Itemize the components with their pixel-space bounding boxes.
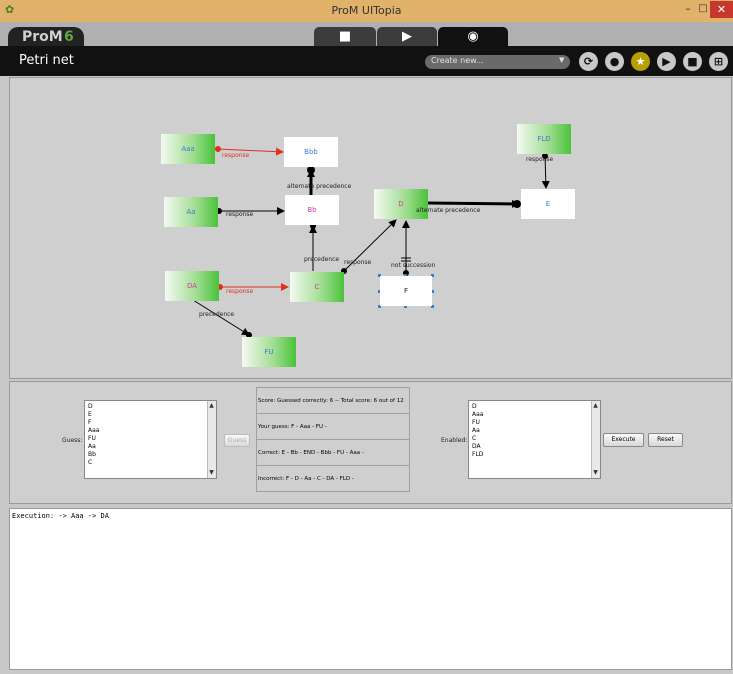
edge-bb-bbb-dot (307, 166, 315, 174)
node-aaa[interactable]: Aaa (161, 134, 215, 164)
list-item[interactable]: Aaa (88, 427, 213, 435)
edge-d-e[interactable] (427, 199, 520, 208)
list-item[interactable]: Bb (88, 451, 213, 459)
edge-d-e-dot (513, 200, 521, 208)
edge-label-c-d: response (344, 259, 372, 266)
edge-label-bb-bbb: alternate precedence (287, 183, 352, 190)
list-item[interactable]: Aa (88, 443, 213, 451)
guess-scrollbar[interactable] (207, 401, 216, 478)
list-item[interactable]: C (88, 459, 213, 467)
enabled-scrollbar[interactable] (591, 401, 600, 478)
enabled-label: Enabled: (441, 437, 468, 444)
enabled-listbox[interactable]: D Aaa FU Aa C DA FLD (468, 400, 601, 479)
list-item[interactable]: E (88, 411, 213, 419)
node-e[interactable]: E (521, 189, 575, 219)
execution-log[interactable]: Execution: -> Aaa -> DA (9, 508, 732, 670)
node-fu[interactable]: FU (242, 337, 296, 367)
list-item[interactable]: D (472, 403, 597, 411)
list-item[interactable]: Aa (472, 427, 597, 435)
node-d[interactable]: D (374, 189, 428, 219)
list-item[interactable]: FU (88, 435, 213, 443)
execute-button[interactable]: Execute (603, 433, 644, 447)
reset-button[interactable]: Reset (648, 433, 683, 447)
guess-button[interactable]: Guess (224, 434, 250, 447)
list-item[interactable]: D (88, 403, 213, 411)
node-fld[interactable]: FLD (517, 124, 571, 154)
guess-listbox[interactable]: D E F Aaa FU Aa Bb C (84, 400, 217, 479)
edge-label-d-e: alternate precedence (416, 207, 481, 214)
node-da[interactable]: DA (165, 271, 219, 301)
list-item[interactable]: DA (472, 443, 597, 451)
edge-label-aa-bb: response (226, 211, 254, 218)
edge-label-aaa-bbb: response (222, 152, 250, 159)
score-text: Score: Guessed correctly: 6 -- Total sco… (256, 387, 410, 414)
scroll-up-icon[interactable]: ▲ (207, 402, 216, 409)
node-bbb[interactable]: Bbb (284, 137, 338, 167)
your-guess-text: Your guess: F - Aaa - FU - (256, 413, 410, 440)
node-c[interactable]: C (290, 272, 344, 302)
list-item[interactable]: FLD (472, 451, 597, 459)
scroll-down-icon[interactable]: ▼ (591, 469, 600, 476)
incorrect-text: Incorrect: F - D - Aa - C - DA - FLD - (256, 465, 410, 492)
edge-label-f-d: not succession (391, 262, 436, 269)
list-item[interactable]: C (472, 435, 597, 443)
scroll-up-icon[interactable]: ▲ (591, 402, 600, 409)
list-item[interactable]: FU (472, 419, 597, 427)
guess-label: Guess: (62, 437, 83, 444)
edge-label-da-c: response (226, 288, 254, 295)
list-item[interactable]: Aaa (472, 411, 597, 419)
edge-aaa-bbb-dot (215, 146, 221, 152)
edge-label-c-bb: precedence (304, 256, 340, 263)
scroll-down-icon[interactable]: ▼ (207, 469, 216, 476)
list-item[interactable]: F (88, 419, 213, 427)
node-bb[interactable]: Bb (285, 195, 339, 225)
edge-label-fld-e: response (526, 156, 554, 163)
correct-text: Correct: E - Bb - END - Bbb - FU - Aaa - (256, 439, 410, 466)
edge-label-da-fu: precedence (199, 311, 235, 318)
node-f[interactable]: F (380, 276, 432, 306)
node-aa[interactable]: Aa (164, 197, 218, 227)
